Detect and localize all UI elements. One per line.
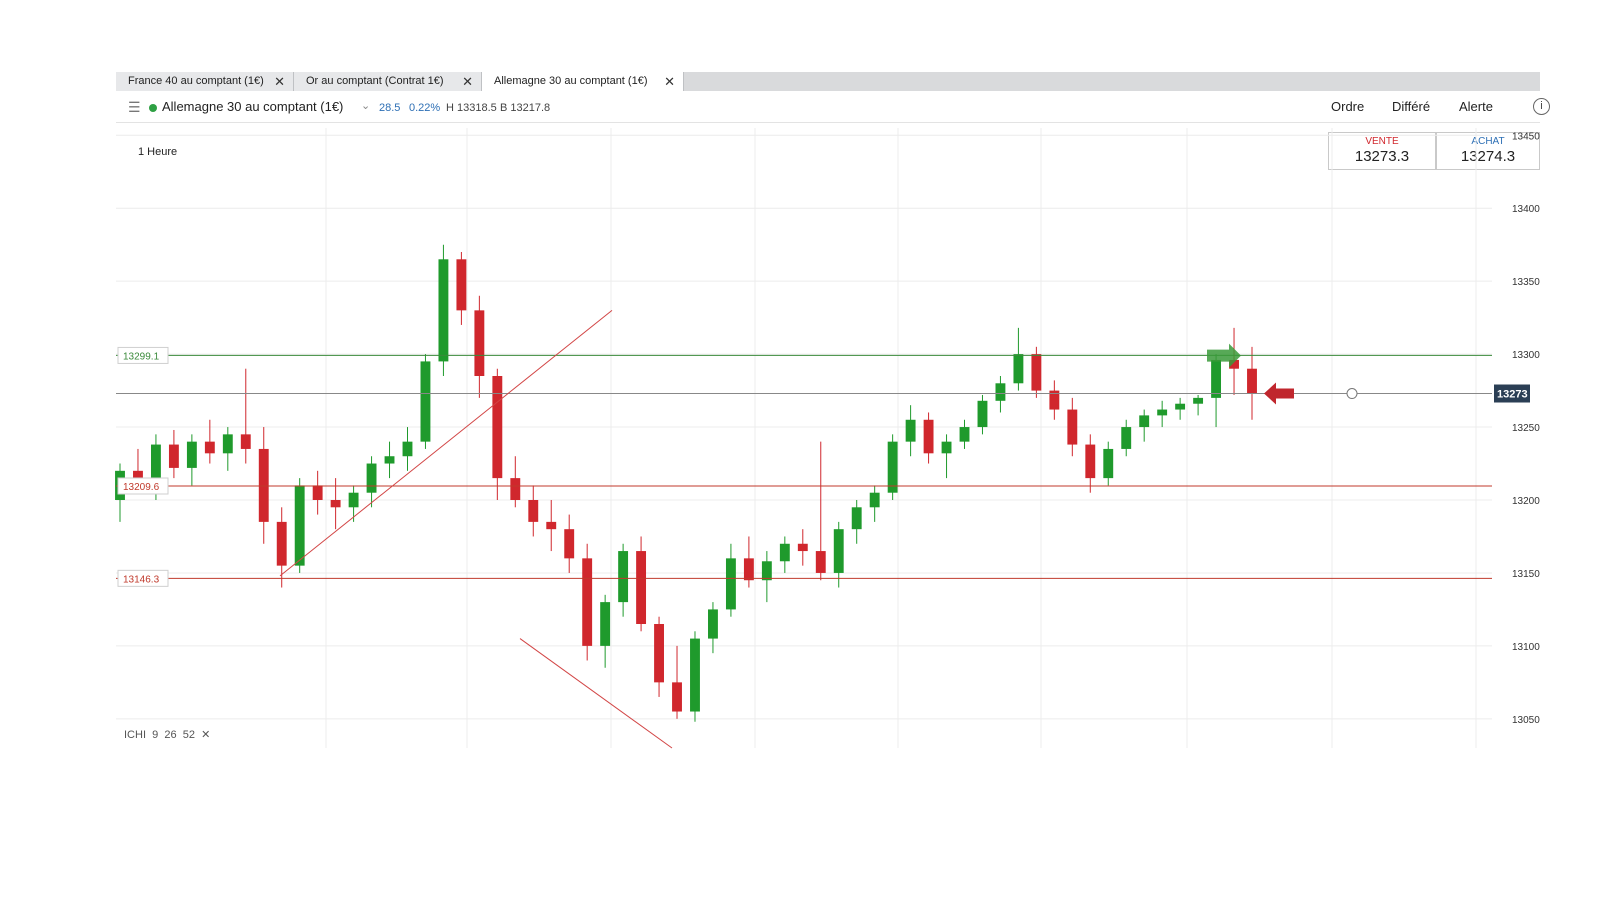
candle-body bbox=[995, 383, 1006, 401]
indicator-param: 52 bbox=[182, 729, 195, 741]
candle-body bbox=[456, 259, 467, 311]
candle-body bbox=[402, 441, 413, 457]
price-level-label: 13299.1 bbox=[123, 351, 160, 362]
candle-body bbox=[1031, 354, 1042, 391]
candle-body bbox=[438, 259, 449, 362]
candle-body bbox=[330, 500, 341, 508]
candle-body bbox=[797, 543, 808, 552]
candle-body bbox=[294, 485, 305, 566]
candle-body bbox=[240, 434, 251, 449]
candle-body bbox=[1085, 444, 1096, 479]
candle-body bbox=[510, 478, 521, 500]
indicator-name: ICHI bbox=[124, 729, 146, 741]
candle-body bbox=[869, 492, 880, 508]
sell-signal-arrow-icon bbox=[1264, 382, 1294, 405]
y-tick-label: 13200 bbox=[1512, 496, 1540, 507]
candle-body bbox=[600, 602, 611, 646]
candle-body bbox=[1013, 354, 1024, 384]
candle-body bbox=[654, 624, 664, 683]
drawing-handle-icon bbox=[1346, 388, 1358, 400]
candle-body bbox=[204, 441, 215, 454]
candle-body bbox=[815, 551, 826, 573]
candle-body bbox=[528, 500, 539, 522]
y-tick-label: 13400 bbox=[1512, 204, 1540, 215]
candle-body bbox=[366, 463, 377, 493]
price-level-label: 13209.6 bbox=[123, 482, 160, 493]
candle-body bbox=[887, 441, 898, 493]
candle-body bbox=[1193, 397, 1204, 404]
y-tick-label: 13050 bbox=[1512, 715, 1540, 726]
candle-body bbox=[168, 444, 179, 468]
current-price-label: 13273 bbox=[1497, 389, 1528, 401]
candle-body bbox=[276, 521, 287, 566]
y-tick-label: 13300 bbox=[1512, 350, 1540, 361]
candle-body bbox=[186, 441, 197, 468]
indicator-param: 9 bbox=[152, 729, 159, 741]
candle-body bbox=[959, 427, 970, 442]
y-tick-label: 13150 bbox=[1512, 569, 1540, 580]
candle-body bbox=[923, 419, 934, 454]
candle-body bbox=[761, 561, 772, 581]
y-tick-label: 13250 bbox=[1512, 423, 1540, 434]
candle-body bbox=[851, 507, 862, 530]
candle-body bbox=[1247, 368, 1257, 394]
candle-body bbox=[977, 400, 988, 428]
y-tick-label: 13350 bbox=[1512, 277, 1540, 288]
candle-body bbox=[546, 521, 557, 530]
candle-body bbox=[779, 543, 790, 562]
candle-body bbox=[1175, 403, 1186, 410]
candle-body bbox=[384, 456, 395, 464]
price-level-label: 13146.3 bbox=[123, 574, 160, 585]
candle-body bbox=[1121, 427, 1132, 449]
candle-body bbox=[1103, 448, 1114, 479]
candle-body bbox=[905, 419, 916, 442]
candle-body bbox=[258, 448, 269, 522]
y-tick-label: 13100 bbox=[1512, 642, 1540, 653]
y-tick-label: 13450 bbox=[1512, 131, 1540, 142]
candle-body bbox=[672, 682, 682, 712]
candle-body bbox=[708, 609, 718, 639]
candle-body bbox=[582, 558, 593, 646]
candle-body bbox=[492, 376, 503, 479]
candle-body bbox=[690, 638, 700, 712]
indicator-legend: ICHI 9 26 52 ✕ bbox=[124, 728, 210, 741]
candle-body bbox=[636, 551, 647, 624]
candle-body bbox=[743, 558, 754, 581]
candle-body bbox=[564, 529, 575, 559]
candle-body bbox=[618, 551, 629, 603]
indicator-param: 26 bbox=[164, 729, 177, 741]
close-icon[interactable]: ✕ bbox=[201, 729, 210, 741]
candle-body bbox=[1139, 415, 1150, 428]
price-chart[interactable]: 13450 13400 13350 13300 13250 13200 13150 13100… bbox=[0, 0, 1600, 900]
trend-line bbox=[519, 638, 673, 749]
candle-body bbox=[1211, 359, 1222, 398]
candle-body bbox=[1157, 409, 1168, 416]
candle-body bbox=[474, 310, 485, 376]
candle-body bbox=[222, 434, 233, 454]
candle-body bbox=[312, 485, 323, 500]
candle-body bbox=[1067, 409, 1078, 445]
candle-body bbox=[833, 529, 844, 573]
candle-body bbox=[348, 492, 359, 508]
candle-body bbox=[420, 361, 431, 442]
candle-body bbox=[725, 558, 736, 610]
candle-body bbox=[941, 441, 952, 454]
